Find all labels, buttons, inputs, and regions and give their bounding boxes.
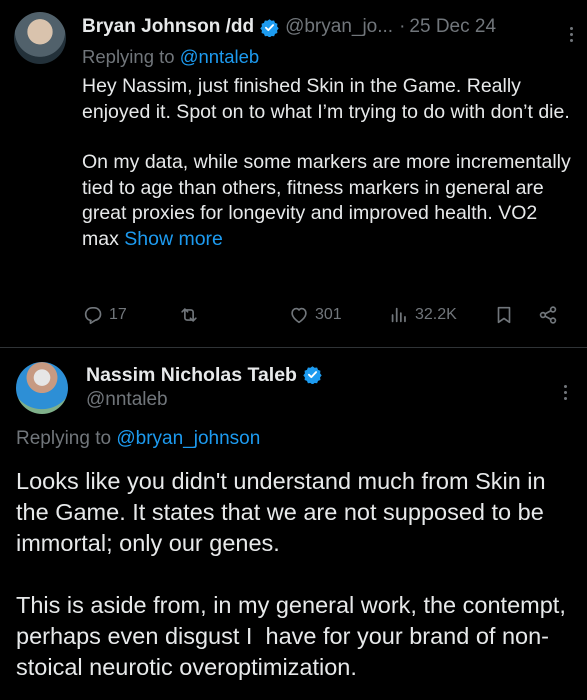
handle[interactable]: @bryan_jo... xyxy=(285,16,393,38)
tweet-header: Bryan Johnson /dd @bryan_jo... · 25 Dec … xyxy=(82,13,573,42)
tweet-paragraph-1: Looks like you didn't understand much fr… xyxy=(16,468,546,556)
replying-prefix: Replying to xyxy=(82,46,180,67)
views-icon xyxy=(391,307,406,323)
verified-icon xyxy=(303,366,322,384)
display-name-row: Nassim Nicholas Taleb xyxy=(86,364,328,387)
replying-prefix: Replying to xyxy=(16,428,117,449)
verified-icon xyxy=(260,18,279,37)
replying-to-link[interactable]: @bryan_johnson xyxy=(116,428,260,449)
replying-to-link[interactable]: @nntaleb xyxy=(180,46,259,67)
tweet-paragraph-2: This is aside from, in my general work, … xyxy=(16,592,573,680)
more-icon[interactable] xyxy=(570,14,573,42)
retweet-icon xyxy=(181,308,197,322)
replying-to: Replying to @nntaleb xyxy=(82,46,259,68)
avatar[interactable] xyxy=(16,362,68,414)
reply-count: 17 xyxy=(109,306,127,323)
show-more-link[interactable]: Show more xyxy=(124,228,223,250)
like-icon xyxy=(291,307,307,324)
tweet-bryan-johnson[interactable]: Bryan Johnson /dd @bryan_jo... · 25 Dec … xyxy=(0,0,587,340)
display-name[interactable]: Bryan Johnson /dd xyxy=(82,16,254,38)
like-count: 301 xyxy=(315,306,342,323)
share-button[interactable] xyxy=(537,304,559,326)
views-button[interactable]: 32.2K xyxy=(388,304,457,326)
more-icon[interactable] xyxy=(564,372,567,400)
separator-dot: · xyxy=(399,16,406,37)
replying-to: Replying to @bryan_johnson xyxy=(16,428,260,450)
reply-button[interactable]: 17 xyxy=(82,304,127,326)
tweet-text: Looks like you didn't understand much fr… xyxy=(16,466,581,683)
tweet-nassim-taleb[interactable]: Nassim Nicholas Taleb @nntaleb Replying … xyxy=(0,348,587,700)
action-bar: 17 301 32.2K xyxy=(82,304,572,330)
avatar[interactable] xyxy=(14,12,66,64)
like-button[interactable]: 301 xyxy=(288,304,342,326)
timestamp[interactable]: 25 Dec 24 xyxy=(409,16,496,38)
bookmark-icon xyxy=(497,306,511,324)
bookmark-button[interactable] xyxy=(493,304,515,326)
share-icon xyxy=(539,306,557,324)
display-name[interactable]: Nassim Nicholas Taleb xyxy=(86,364,297,386)
tweet-paragraph-1: Hey Nassim, just finished Skin in the Ga… xyxy=(82,75,570,123)
retweet-button[interactable] xyxy=(178,304,200,326)
reply-icon xyxy=(84,307,102,325)
handle[interactable]: @nntaleb xyxy=(86,389,168,411)
tweet-text: Hey Nassim, just finished Skin in the Ga… xyxy=(82,74,577,252)
views-count: 32.2K xyxy=(415,306,457,323)
tweet-paragraph-2: On my data, while some markers are more … xyxy=(82,150,577,252)
